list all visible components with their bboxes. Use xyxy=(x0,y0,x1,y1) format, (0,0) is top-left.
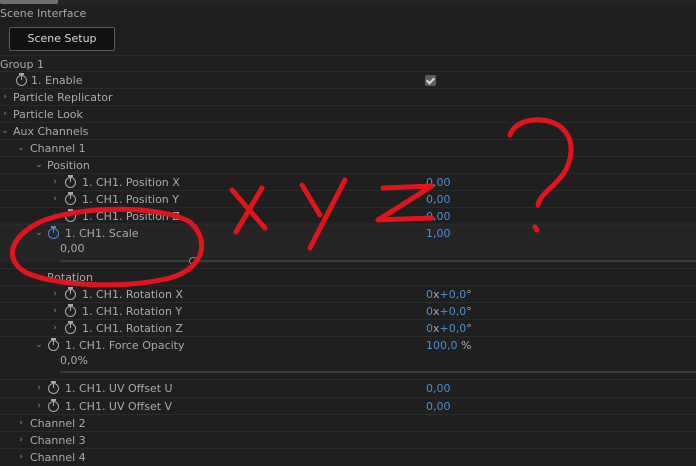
top-bar xyxy=(0,0,696,5)
rotation-z-unit: ° xyxy=(466,322,472,335)
chevron-right-icon[interactable]: › xyxy=(16,415,26,432)
chevron-down-icon[interactable]: ⌄ xyxy=(34,337,44,354)
uv-offset-u-row: › 1. CH1. UV Offset U 0,00 xyxy=(0,379,696,397)
chevron-right-icon[interactable]: › xyxy=(50,303,60,320)
rotation-y-value[interactable]: 0x+0,0° xyxy=(426,303,472,320)
scale-slider-knob[interactable] xyxy=(189,257,197,265)
stopwatch-icon[interactable] xyxy=(48,399,59,412)
aux-channels-label: Aux Channels xyxy=(13,125,89,138)
chevron-right-icon[interactable]: › xyxy=(50,191,60,208)
enable-checkbox[interactable] xyxy=(425,75,436,86)
rotation-z-revolutions[interactable]: 0 xyxy=(426,322,433,335)
chevron-down-icon[interactable]: ⌄ xyxy=(0,123,10,140)
channel2-label: Channel 2 xyxy=(30,417,86,430)
rotation-z-row: › 1. CH1. Rotation Z 0x+0,0° xyxy=(0,319,696,337)
chevron-down-icon[interactable]: ⌄ xyxy=(34,225,44,242)
particle-look-label: Particle Look xyxy=(13,108,83,121)
rotation-y-label: 1. CH1. Rotation Y xyxy=(82,305,183,318)
position-y-row: › 1. CH1. Position Y 0,00 xyxy=(0,190,696,208)
stopwatch-icon[interactable] xyxy=(16,73,27,86)
stopwatch-icon[interactable] xyxy=(65,321,76,334)
scene-interface-label: Scene Interface xyxy=(0,7,87,20)
stopwatch-icon[interactable] xyxy=(65,175,76,188)
scale-label: 1. CH1. Scale xyxy=(65,227,139,240)
chevron-right-icon[interactable]: › xyxy=(34,398,44,415)
rotation-x-value[interactable]: 0x+0,0° xyxy=(426,286,472,303)
position-x-value[interactable]: 0,00 xyxy=(426,174,451,191)
force-opacity-unit: % xyxy=(461,339,472,352)
rotation-y-unit: ° xyxy=(466,305,472,318)
rotation-x-degrees[interactable]: +0,0 xyxy=(440,288,467,301)
effect-tab[interactable] xyxy=(0,0,58,4)
uv-offset-u-value[interactable]: 0,00 xyxy=(426,380,451,397)
channel1-label: Channel 1 xyxy=(30,142,86,155)
rotation-label: Rotation xyxy=(47,271,94,284)
uv-offset-v-row: › 1. CH1. UV Offset V 0,00 xyxy=(0,397,696,415)
stopwatch-icon[interactable] xyxy=(48,338,59,351)
channel3-row[interactable]: › Channel 3 xyxy=(0,431,696,449)
chevron-down-icon[interactable]: ⌄ xyxy=(16,140,26,157)
rotation-row[interactable]: ⌄ Rotation xyxy=(0,268,696,286)
stopwatch-icon[interactable] xyxy=(48,226,59,239)
force-opacity-value[interactable]: 100,0 % xyxy=(426,337,471,354)
rotation-x-row: › 1. CH1. Rotation X 0x+0,0° xyxy=(0,285,696,303)
rotation-y-row: › 1. CH1. Rotation Y 0x+0,0° xyxy=(0,302,696,320)
chevron-right-icon[interactable]: › xyxy=(50,174,60,191)
rotation-x-revolutions[interactable]: 0 xyxy=(426,288,433,301)
particle-replicator-label: Particle Replicator xyxy=(13,91,113,104)
force-opacity-number[interactable]: 100,0 xyxy=(426,339,458,352)
chevron-right-icon[interactable]: › xyxy=(50,286,60,303)
scene-setup-button[interactable]: Scene Setup xyxy=(9,27,115,51)
chevron-right-icon[interactable]: › xyxy=(50,320,60,337)
rotation-z-degrees[interactable]: +0,0 xyxy=(440,322,467,335)
rotation-z-value[interactable]: 0x+0,0° xyxy=(426,320,472,337)
particle-replicator-row[interactable]: › Particle Replicator xyxy=(0,88,696,106)
force-opacity-slider-min: 0,0% xyxy=(60,354,88,367)
stopwatch-icon[interactable] xyxy=(48,381,59,394)
position-row[interactable]: ⌄ Position xyxy=(0,156,696,174)
stopwatch-icon[interactable] xyxy=(65,287,76,300)
channel4-row[interactable]: › Channel 4 xyxy=(0,448,696,466)
stopwatch-icon[interactable] xyxy=(65,304,76,317)
chevron-down-icon[interactable]: ⌄ xyxy=(34,157,44,174)
aux-channels-row[interactable]: ⌄ Aux Channels xyxy=(0,122,696,140)
scale-row: ⌄ 1. CH1. Scale 1,00 xyxy=(0,224,696,242)
stopwatch-icon[interactable] xyxy=(65,209,76,222)
enable-label: 1. Enable xyxy=(31,74,83,87)
stopwatch-icon[interactable] xyxy=(65,192,76,205)
rotation-y-degrees[interactable]: +0,0 xyxy=(440,305,467,318)
position-y-label: 1. CH1. Position Y xyxy=(82,193,179,206)
scale-slider-min: 0,00 xyxy=(60,242,85,255)
channel3-label: Channel 3 xyxy=(30,434,86,447)
force-opacity-slider-track[interactable] xyxy=(60,371,696,373)
chevron-right-icon[interactable]: › xyxy=(34,380,44,397)
channel2-row[interactable]: › Channel 2 xyxy=(0,414,696,432)
position-x-row: › 1. CH1. Position X 0,00 xyxy=(0,173,696,191)
scale-slider-track[interactable] xyxy=(60,260,696,262)
uv-offset-v-label: 1. CH1. UV Offset V xyxy=(65,400,173,413)
uv-offset-v-value[interactable]: 0,00 xyxy=(426,398,451,415)
position-x-label: 1. CH1. Position X xyxy=(82,176,180,189)
uv-offset-u-label: 1. CH1. UV Offset U xyxy=(65,382,173,395)
rotation-y-revolutions[interactable]: 0 xyxy=(426,305,433,318)
chevron-right-icon[interactable]: › xyxy=(16,432,26,449)
position-label: Position xyxy=(47,159,90,172)
rotation-z-label: 1. CH1. Rotation Z xyxy=(82,322,183,335)
rotation-x-label: 1. CH1. Rotation X xyxy=(82,288,183,301)
chevron-right-icon[interactable]: › xyxy=(0,89,10,106)
enable-row: 1. Enable xyxy=(0,71,696,89)
channel1-row[interactable]: ⌄ Channel 1 xyxy=(0,139,696,157)
force-opacity-row: ⌄ 1. CH1. Force Opacity 100,0 % xyxy=(0,336,696,354)
force-opacity-label: 1. CH1. Force Opacity xyxy=(65,339,185,352)
particle-look-row[interactable]: › Particle Look xyxy=(0,105,696,123)
rotation-x-unit: ° xyxy=(466,288,472,301)
chevron-down-icon[interactable]: ⌄ xyxy=(34,269,44,286)
scale-value[interactable]: 1,00 xyxy=(426,225,451,242)
position-y-value[interactable]: 0,00 xyxy=(426,191,451,208)
chevron-right-icon[interactable]: › xyxy=(0,106,10,123)
